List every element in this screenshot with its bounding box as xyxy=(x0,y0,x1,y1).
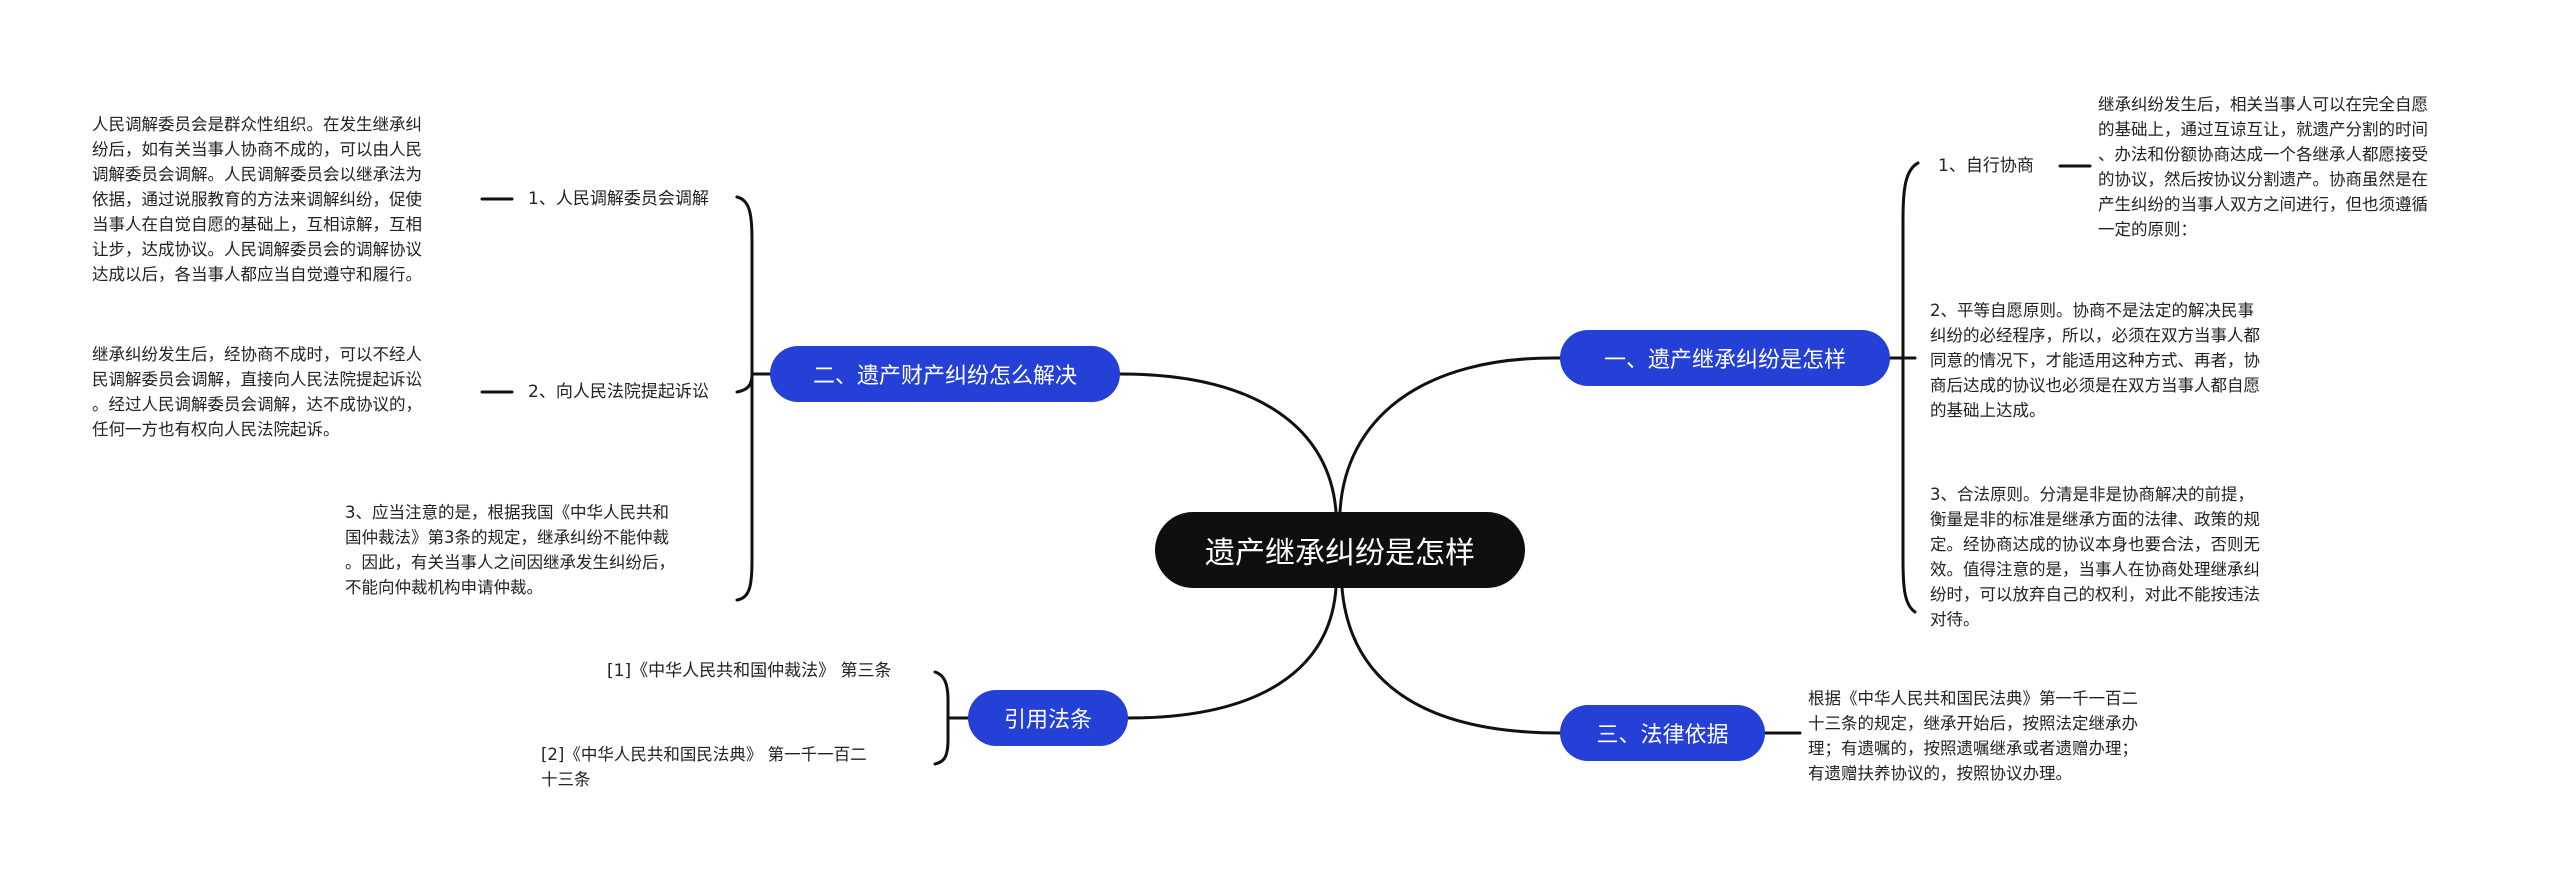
branch-node-four[interactable]: 引用法条 xyxy=(968,690,1128,746)
branch-two-sub1-label[interactable]: 1、人民调解委员会调解 xyxy=(528,188,709,210)
reference-1[interactable]: [1]《中华人民共和国仲裁法》 第三条 xyxy=(607,660,891,682)
branch-one-title: 一、遗产继承纠纷是怎样 xyxy=(1603,348,1846,373)
branch-one-item3[interactable]: 3、合法原则。分清是非是协商解决的前提， 衡量是非的标准是继承方面的法律、政策的… xyxy=(1930,482,2260,632)
edge-root-to-branch-two xyxy=(1118,372,1338,514)
edge-root-to-branch-one xyxy=(1338,356,1562,514)
edge-sub2b-mid xyxy=(735,372,754,394)
branch-node-one[interactable]: 一、遗产继承纠纷是怎样 xyxy=(1560,330,1890,386)
bracket-branch-two xyxy=(735,195,754,602)
root-node[interactable]: 遗产继承纠纷是怎样 xyxy=(1155,512,1525,588)
bracket-branch-four xyxy=(933,670,950,766)
bracket-branch-one xyxy=(1901,161,1920,614)
branch-two-sub2-text: 继承纠纷发生后，经协商不成时，可以不经人 民调解委员会调解，直接向人民法院提起诉… xyxy=(92,345,422,439)
branch-two-sub2-label[interactable]: 2、向人民法院提起诉讼 xyxy=(528,381,709,403)
branch-one-item2[interactable]: 2、平等自愿原则。协商不是法定的解决民事 纠纷的必经程序，所以，必须在双方当事人… xyxy=(1930,298,2260,423)
branch-node-three[interactable]: 三、法律依据 xyxy=(1560,705,1765,761)
edge-root-to-branch-three xyxy=(1340,586,1562,735)
branch-node-two[interactable]: 二、遗产财产纠纷怎么解决 xyxy=(770,346,1120,402)
branch-two-item3[interactable]: 3、应当注意的是，根据我国《中华人民共和 国仲裁法》第3条的规定，继承纠纷不能仲… xyxy=(345,500,675,600)
branch-three-title: 三、法律依据 xyxy=(1596,723,1729,748)
branch-four-title: 引用法条 xyxy=(1003,708,1092,733)
branch-two-title: 二、遗产财产纠纷怎么解决 xyxy=(812,364,1077,389)
branch-two-sub1-text: 人民调解委员会是群众性组织。在发生继承纠 纷后，如有关当事人协商不成的，可以由人… xyxy=(92,115,422,284)
edge-root-to-branch-four xyxy=(1126,586,1338,720)
branch-three-text: 根据《中华人民共和国民法典》第一千一百二 十三条的规定，继承开始后，按照法定继承… xyxy=(1808,689,2138,783)
branch-one-sub1-text: 继承纠纷发生后，相关当事人可以在完全自愿 的基础上，通过互谅互让，就遗产分割的时… xyxy=(2098,95,2428,239)
reference-2[interactable]: [2]《中华人民共和国民法典》 第一千一百二 十三条 xyxy=(541,742,867,792)
root-title: 遗产继承纠纷是怎样 xyxy=(1205,536,1475,571)
branch-one-sub1-label[interactable]: 1、自行协商 xyxy=(1938,155,2034,177)
